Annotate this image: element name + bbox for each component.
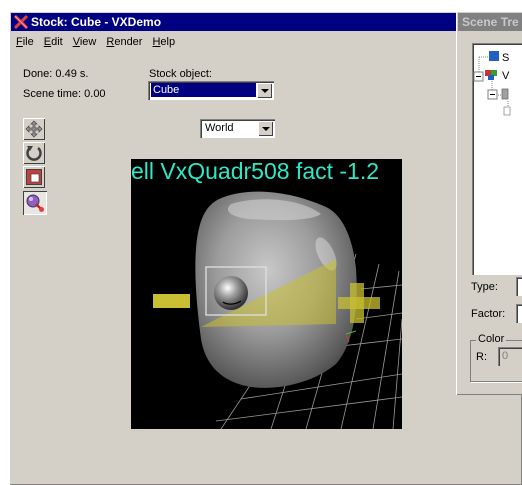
stock-object-select[interactable]: Cube bbox=[148, 81, 274, 100]
scene-tree-view[interactable]: S V bbox=[472, 43, 522, 275]
app-x-icon bbox=[14, 15, 28, 29]
scene-render bbox=[153, 191, 402, 429]
coord-mode-value: World bbox=[205, 122, 234, 134]
deform-tool-button[interactable] bbox=[23, 191, 47, 215]
3d-viewport[interactable]: ell VxQuadr508 fact -1.2 bbox=[131, 159, 402, 429]
scene-tree-title: Scene Tre bbox=[462, 15, 519, 29]
plus-handle-v bbox=[350, 283, 364, 323]
menu-help[interactable]: Help bbox=[147, 33, 180, 51]
viewport-overlay-text: ell VxQuadr508 fact -1.2 bbox=[131, 159, 380, 184]
type-label: Type: bbox=[471, 281, 498, 293]
menu-bar: File Edit View Render Help bbox=[11, 33, 522, 51]
done-time-label: Done: 0.49 s. bbox=[23, 68, 89, 80]
deform-icon bbox=[26, 194, 44, 212]
stock-object-value: Cube bbox=[151, 83, 256, 97]
menu-file[interactable]: File bbox=[11, 33, 39, 51]
factor-input[interactable] bbox=[516, 304, 522, 323]
move-tool-button[interactable] bbox=[23, 118, 45, 140]
tree-node-v[interactable]: V bbox=[502, 70, 509, 82]
menu-view[interactable]: View bbox=[68, 33, 102, 51]
scene-tree-window: Scene Tre S V Type: Factor: Color R: 0 bbox=[456, 11, 522, 395]
scene-time-label: Scene time: 0.00 bbox=[23, 88, 106, 100]
coord-mode-dropdown-button[interactable] bbox=[258, 121, 273, 136]
scale-icon bbox=[26, 169, 42, 185]
tree-node-scene[interactable]: S bbox=[502, 52, 509, 64]
r-label: R: bbox=[476, 351, 487, 363]
menu-render[interactable]: Render bbox=[101, 33, 147, 51]
stock-object-dropdown-button[interactable] bbox=[257, 83, 272, 98]
move-icon bbox=[25, 120, 43, 138]
tree-lines bbox=[473, 51, 511, 116]
window-title: Stock: Cube - VXDemo bbox=[31, 15, 162, 29]
type-select[interactable] bbox=[516, 277, 522, 296]
menu-edit[interactable]: Edit bbox=[39, 33, 68, 51]
scene-node-icon bbox=[489, 51, 499, 61]
r-input[interactable]: 0 bbox=[498, 347, 522, 366]
scene-tree-title-bar[interactable]: Scene Tre bbox=[458, 13, 522, 31]
scale-tool-button[interactable] bbox=[23, 166, 45, 188]
control-sphere bbox=[214, 276, 248, 310]
coord-mode-select[interactable]: World bbox=[200, 119, 275, 138]
color-group-label: Color bbox=[476, 333, 507, 345]
minus-handle bbox=[153, 294, 190, 308]
rotate-tool-button[interactable] bbox=[23, 142, 45, 164]
title-bar[interactable]: Stock: Cube - VXDemo bbox=[11, 13, 522, 31]
stock-object-label: Stock object: bbox=[149, 68, 212, 80]
rotate-icon bbox=[26, 146, 42, 161]
factor-label: Factor: bbox=[471, 308, 506, 320]
r-value: 0 bbox=[502, 350, 509, 362]
